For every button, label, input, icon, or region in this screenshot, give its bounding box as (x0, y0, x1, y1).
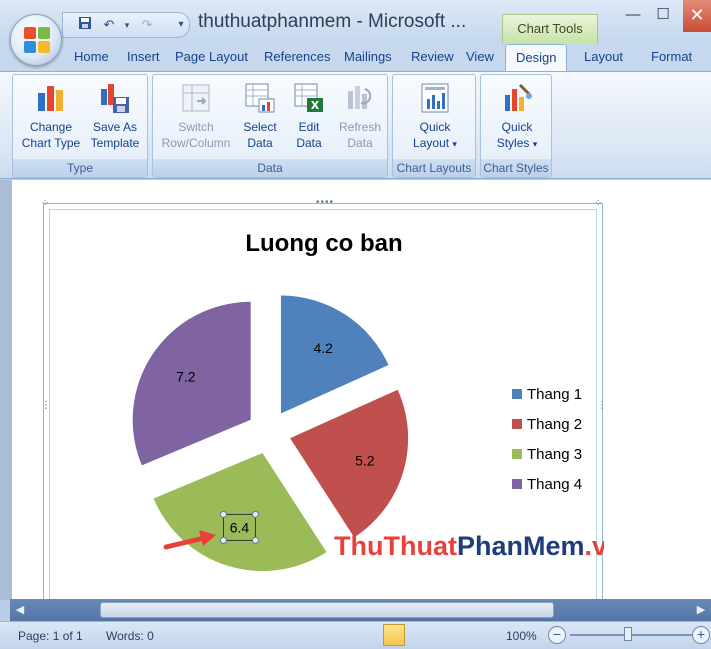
page-count[interactable]: Page: 1 of 1 (18, 629, 83, 643)
data-label[interactable]: 4.2 (313, 340, 333, 356)
full-screen-reading-icon[interactable] (406, 624, 428, 646)
chart-tools-context-tab: Chart Tools (502, 14, 598, 44)
save-icon[interactable] (75, 16, 95, 34)
word-count[interactable]: Words: 0 (106, 629, 154, 643)
draft-icon[interactable] (475, 624, 497, 646)
zoom-slider-thumb[interactable] (624, 627, 632, 641)
pie-chart[interactable]: Luong co ban 4.2 5.2 6.4 7.2 Thang 1 Thang 2… (44, 204, 604, 600)
outline-icon[interactable] (452, 624, 474, 646)
chart-title[interactable]: Luong co ban (245, 230, 402, 257)
window-title: thuthuatphanmem - Microsoft ... (198, 11, 467, 32)
print-layout-icon[interactable] (383, 624, 405, 646)
undo-icon[interactable]: ↶ (99, 16, 119, 34)
tab-layout[interactable]: Layout (584, 49, 623, 64)
legend-entry[interactable]: Thang 4 (527, 476, 582, 493)
zoom-level[interactable]: 100% (506, 629, 537, 643)
close-icon[interactable]: ✕ (683, 0, 711, 32)
redo-icon[interactable]: ↷ (137, 16, 157, 34)
view-buttons (383, 624, 497, 646)
group-chart-styles: Quick Styles ▾ Chart Styles (480, 74, 552, 178)
undo-dropdown-icon[interactable]: ▾ (117, 16, 137, 34)
pie-slices (132, 295, 409, 572)
pie-slice-thang-3[interactable] (153, 453, 327, 572)
minimize-icon[interactable]: — (620, 4, 646, 28)
label-selection-handle[interactable] (219, 536, 227, 544)
paint-brushes-icon (505, 83, 532, 111)
group-type: Change Chart Type Save As Template Type (12, 74, 148, 178)
legend-swatch (512, 449, 522, 459)
tab-insert[interactable]: Insert (127, 49, 160, 64)
tab-format[interactable]: Format (651, 49, 692, 64)
select-data-icon (245, 83, 275, 113)
group-chart-layouts: Quick Layout ▾ Chart Layouts (392, 74, 476, 178)
tab-view[interactable]: View (466, 49, 494, 64)
scroll-left-icon[interactable]: ◀ (12, 602, 28, 618)
legend-entry[interactable]: Thang 2 (527, 416, 582, 433)
edit-data-button[interactable]: X Edit Data (287, 81, 331, 151)
save-as-template-button[interactable]: Save As Template (83, 81, 147, 151)
data-label[interactable]: 7.2 (176, 369, 196, 385)
quick-layout-button[interactable]: Quick Layout ▾ (397, 81, 473, 152)
legend-swatch (512, 479, 522, 489)
quick-access-toolbar: ↶ ▾ ↷ ▾ (62, 12, 190, 38)
bar-chart-icon (38, 86, 63, 111)
title-bar: ↶ ▾ ↷ ▾ thuthuatphanmem - Microsoft ... … (0, 0, 711, 44)
label-selection-handle[interactable] (219, 510, 227, 518)
office-button[interactable] (10, 14, 62, 66)
web-layout-icon[interactable] (429, 624, 451, 646)
refresh-data-icon (348, 86, 372, 109)
group-label-chart-styles: Chart Styles (481, 159, 551, 177)
zoom-in-button[interactable]: + (692, 626, 710, 644)
svg-text:X: X (311, 99, 320, 112)
data-label[interactable]: 5.2 (355, 452, 375, 468)
office-logo-icon (24, 27, 50, 53)
ribbon: Change Chart Type Save As Template Type … (0, 71, 711, 179)
legend-entry[interactable]: Thang 1 (527, 386, 582, 403)
tab-page-layout[interactable]: Page Layout (175, 49, 248, 64)
excel-sheet-icon: X (294, 83, 323, 112)
zoom-out-button[interactable]: − (548, 626, 566, 644)
tab-design[interactable]: Design (505, 44, 568, 74)
data-label[interactable]: 6.4 (230, 519, 250, 535)
tab-references[interactable]: References (264, 49, 330, 64)
maximize-icon[interactable]: ☐ (650, 4, 676, 28)
refresh-data-button[interactable]: Refresh Data (333, 81, 387, 151)
horizontal-scrollbar[interactable]: ◀ ▶ (10, 599, 711, 621)
save-template-icon (101, 84, 129, 113)
switch-row-column-icon (182, 84, 210, 112)
change-chart-type-button[interactable]: Change Chart Type (17, 81, 85, 151)
scroll-right-icon[interactable]: ▶ (693, 602, 709, 618)
pie-slice-thang-1[interactable] (280, 295, 389, 414)
legend-entry[interactable]: Thang 3 (527, 446, 582, 463)
ribbon-tabs: Home Insert Page Layout References Maili… (0, 44, 711, 74)
group-label-chart-layouts: Chart Layouts (393, 159, 475, 177)
select-data-button[interactable]: Select Data (237, 81, 283, 151)
chart-legend[interactable]: Thang 1 Thang 2 Thang 3 Thang 4 (512, 386, 582, 493)
chart-object[interactable]: •••• ⋮ ⋮ ⁘ ⁘ Luong co ban 4.2 5.2 6.4 7.2 T… (41, 197, 607, 603)
pie-slice-thang-2[interactable] (290, 389, 409, 538)
group-label-type: Type (13, 159, 147, 177)
watermark-logo: ThuThuatPhanMem.vn (334, 531, 604, 561)
scroll-thumb[interactable] (100, 602, 554, 618)
tab-home[interactable]: Home (74, 49, 109, 64)
status-bar: Page: 1 of 1 Words: 0 100% − + (0, 621, 711, 649)
tab-mailings[interactable]: Mailings (344, 49, 392, 64)
legend-swatch (512, 389, 522, 399)
switch-row-column-button[interactable]: Switch Row/Column (155, 81, 237, 151)
chevron-down-icon: ▾ (532, 139, 538, 149)
chart-layout-icon (421, 83, 449, 113)
group-data: Switch Row/Column Select Data X Edit Dat… (152, 74, 388, 178)
quick-styles-button[interactable]: Quick Styles ▾ (483, 81, 551, 152)
group-label-data: Data (153, 159, 387, 177)
chevron-down-icon: ▾ (452, 139, 457, 149)
label-selection-handle[interactable] (251, 536, 259, 544)
customize-toolbar-icon[interactable]: ▾ (171, 16, 191, 34)
legend-swatch (512, 419, 522, 429)
tab-review[interactable]: Review (411, 49, 454, 64)
label-selection-handle[interactable] (251, 510, 259, 518)
